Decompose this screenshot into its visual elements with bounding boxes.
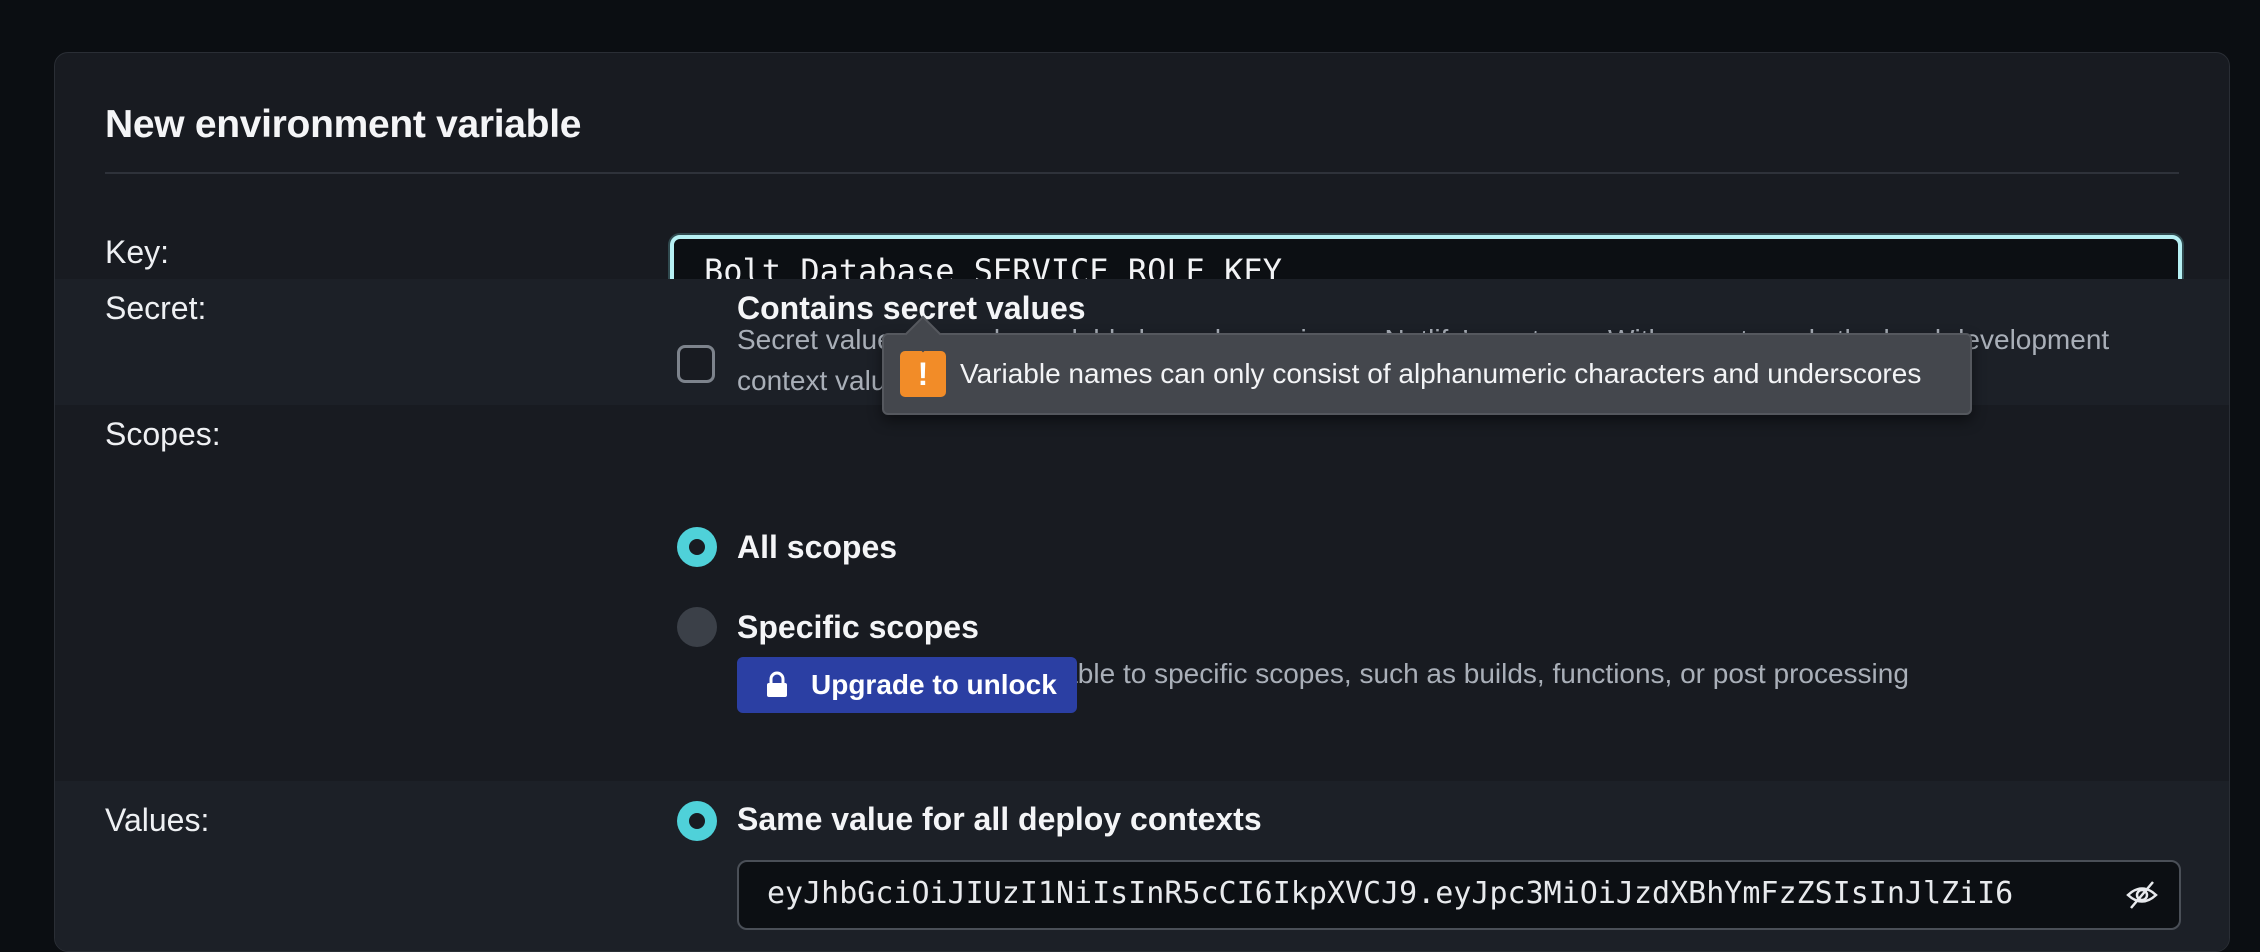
all-scopes-radio[interactable] [677,527,717,567]
secret-label: Secret: [105,290,207,326]
validation-tooltip: ! Variable names can only consist of alp… [882,333,1972,415]
upgrade-button[interactable]: Upgrade to unlock [737,657,1077,713]
upgrade-button-label: Upgrade to unlock [811,669,1057,700]
tooltip-message: Variable names can only consist of alpha… [960,358,1922,389]
specific-scopes-radio[interactable] [677,607,717,647]
value-input[interactable]: eyJhbGciOiJIUzI1NiIsInR5cCI6IkpXVCJ9.eyJ… [737,860,2181,930]
value-text: eyJhbGciOiJIUzI1NiIsInR5cCI6IkpXVCJ9.eyJ… [767,876,2014,911]
values-label: Values: [105,802,210,838]
secret-checkbox[interactable] [677,345,715,383]
same-value-label[interactable]: Same value for all deploy contexts [737,801,1262,838]
scopes-label: Scopes: [105,416,221,452]
same-value-radio[interactable] [677,801,717,841]
specific-scopes-label[interactable]: Specific scopes [737,609,979,646]
page-title: New environment variable [105,103,582,146]
env-variable-card: New environment variable Key: Bolt Datab… [54,52,2230,952]
all-scopes-label[interactable]: All scopes [737,529,897,566]
warning-icon: ! [900,351,946,397]
title-divider [105,172,2179,174]
eye-off-icon[interactable] [2125,878,2159,912]
lock-icon [767,671,787,697]
key-label: Key: [105,234,170,270]
